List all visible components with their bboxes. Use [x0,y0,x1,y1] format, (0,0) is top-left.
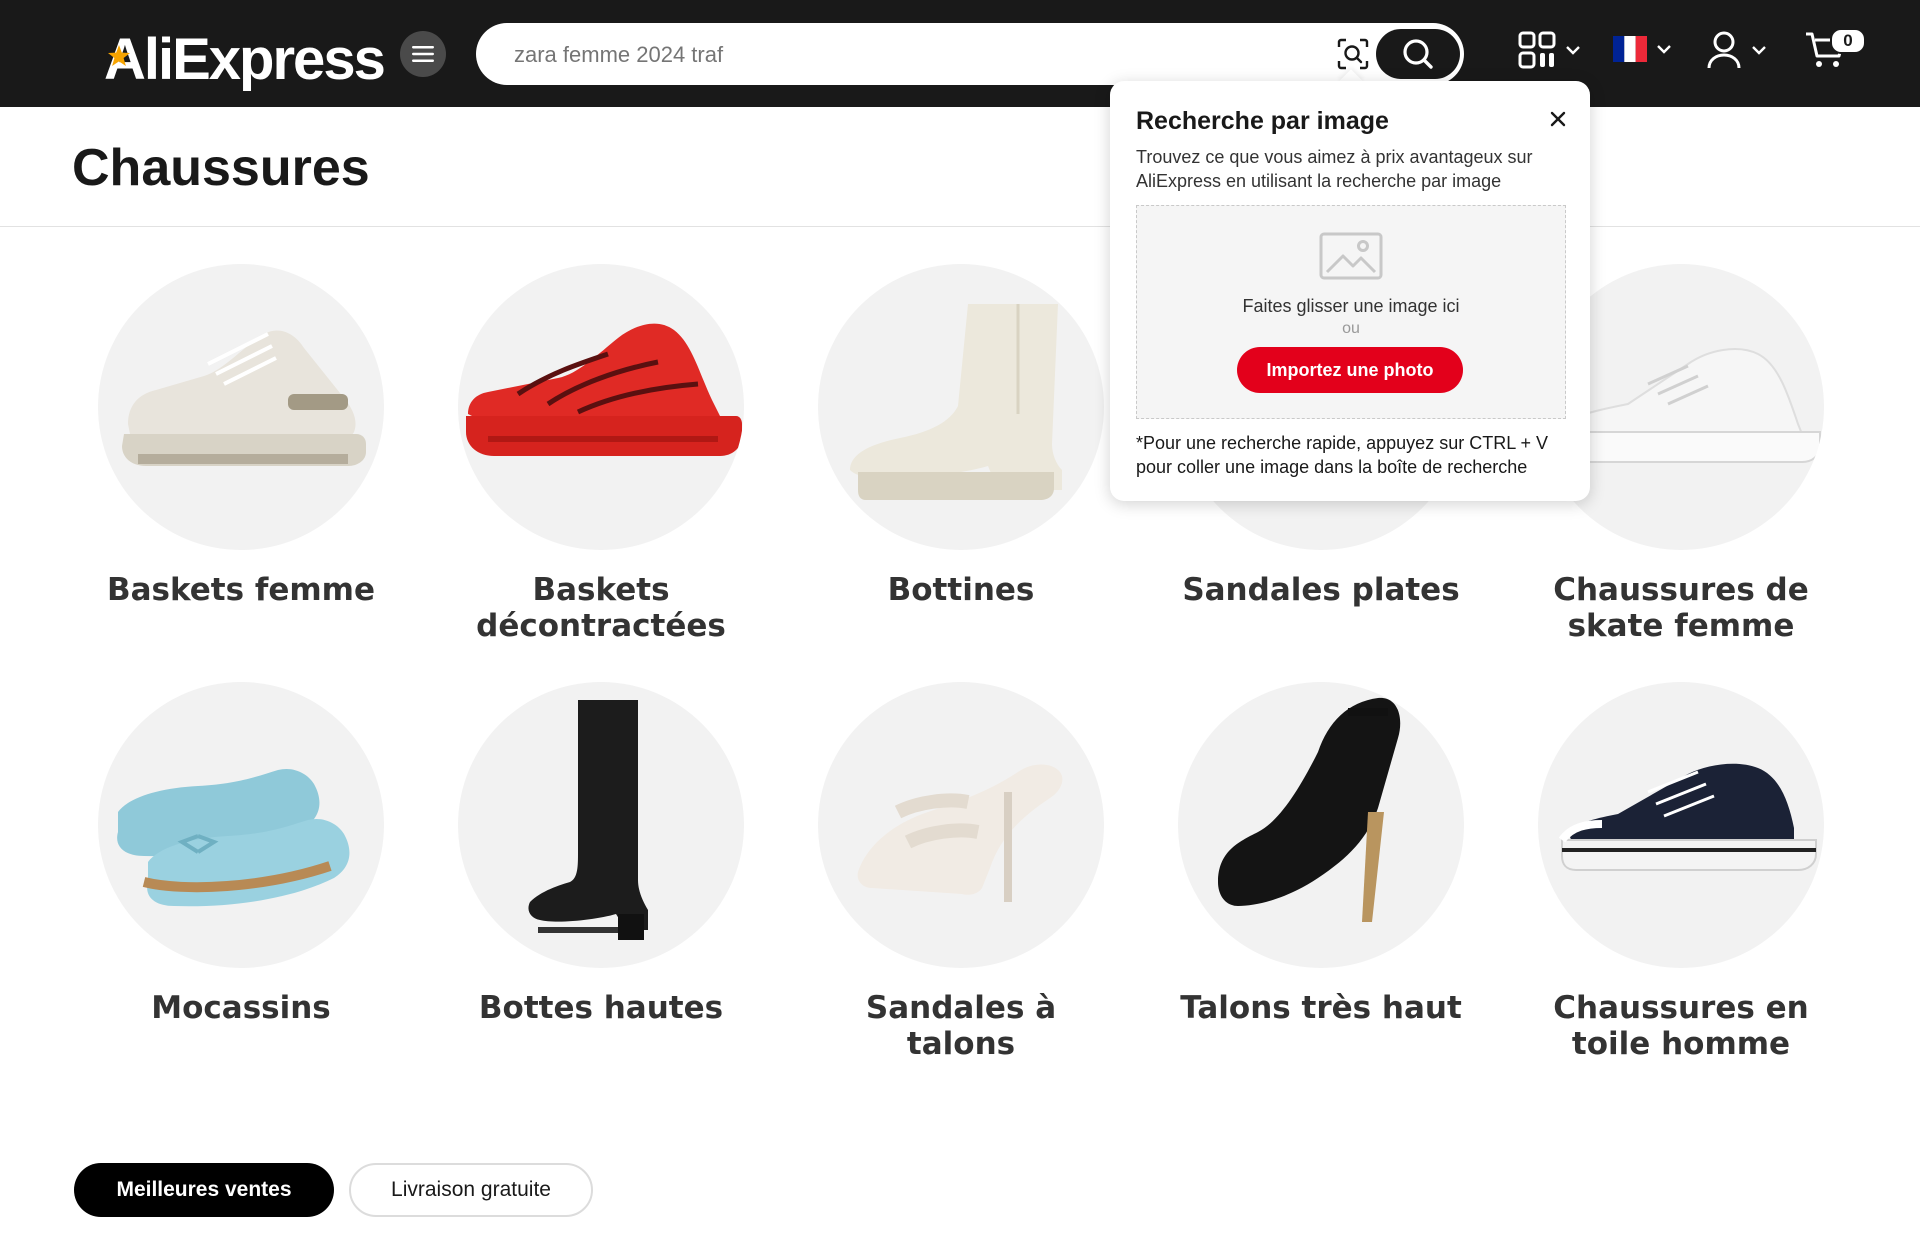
filter-free-shipping[interactable]: Livraison gratuite [349,1163,593,1217]
category-label: Mocassins [151,990,331,1026]
search-button[interactable] [1376,29,1460,79]
image-placeholder-icon [1319,232,1383,280]
boot-image [850,304,1062,500]
category-label: Bottes hautes [478,990,724,1026]
top-header: AliExpress zara femme 2024 traf 0 [0,0,1920,107]
category-image [818,682,1104,968]
popup-title: Recherche par image [1136,107,1389,135]
category-label: Talons très haut [1180,990,1462,1026]
page-title: Chaussures [72,139,370,197]
category-label: Sandales à talons [865,990,1057,1062]
filter-best-sellers[interactable]: Meilleures ventes [74,1163,334,1217]
category-label: Chaussures en toile homme [1553,990,1809,1062]
category-image [458,682,744,968]
category-sandales-a-talons[interactable]: Sandales à talons [811,682,1111,1062]
image-search-popup: Recherche par image Trouvez ce que vous … [1110,81,1590,501]
sneaker-image [122,330,366,466]
menu-button[interactable] [400,31,446,77]
category-chaussures-en-toile-homme[interactable]: Chaussures en toile homme [1531,682,1831,1062]
loafer-image [117,768,350,907]
chevron-down-icon [1566,46,1580,55]
paste-tip: *Pour une recherche rapide, appuyez sur … [1136,433,1549,477]
chevron-down-icon [1657,45,1671,54]
or-separator: ou [1342,320,1360,337]
category-baskets-decontractees[interactable]: Baskets décontractées [451,264,751,644]
category-label: Baskets décontractées [476,572,726,644]
category-image [98,682,384,968]
search-bar [476,23,1464,87]
category-image [818,264,1104,550]
qr-code-icon [1518,31,1556,69]
aliexpress-logo[interactable]: AliExpress [104,22,386,92]
image-drop-zone[interactable]: Faites glisser une image ici ou Importez… [1136,205,1566,419]
close-button[interactable] [1544,105,1572,133]
sneaker-image [466,323,742,456]
category-baskets-femme[interactable]: Baskets femme [91,264,391,608]
title-divider [0,226,1920,227]
canvas-sneaker-image [1558,763,1817,871]
category-mocassins[interactable]: Mocassins [91,682,391,1026]
language-selector[interactable] [1613,36,1673,62]
category-image [458,264,744,550]
france-flag-icon [1613,36,1647,62]
category-talons-tres-haut[interactable]: Talons très haut [1171,682,1471,1026]
category-label: Baskets femme [106,572,375,608]
drop-instruction: Faites glisser une image ici [1242,296,1460,316]
category-image [1538,682,1824,968]
category-label: Chaussures de skate femme [1553,572,1809,644]
high-heel-image [1218,697,1401,922]
search-input[interactable] [512,23,1296,87]
image-search-button[interactable] [1336,37,1370,71]
close-icon [1550,111,1566,127]
search-icon [1403,39,1433,69]
category-bottes-hautes[interactable]: Bottes hautes [451,682,751,1026]
category-image [1178,682,1464,968]
category-image [98,264,384,550]
category-bottines[interactable]: Bottines [811,264,1111,608]
category-label: Sandales plates [1182,572,1460,608]
tall-boot-image [528,700,648,940]
popup-description: Trouvez ce que vous aimez à prix avantag… [1136,147,1533,191]
menu-icon [412,46,434,62]
user-icon [1707,31,1741,69]
heeled-sandal-image [857,764,1063,902]
upload-photo-button[interactable]: Importez une photo [1237,347,1463,393]
camera-search-icon [1337,38,1369,70]
category-label: Bottines [887,572,1035,608]
cart-count-badge: 0 [1830,28,1866,54]
account-button[interactable] [1706,30,1768,70]
chevron-down-icon [1752,46,1766,55]
logo-star-icon [108,45,130,66]
app-download-button[interactable] [1518,31,1582,69]
logo-text: AliExpress [104,27,386,92]
